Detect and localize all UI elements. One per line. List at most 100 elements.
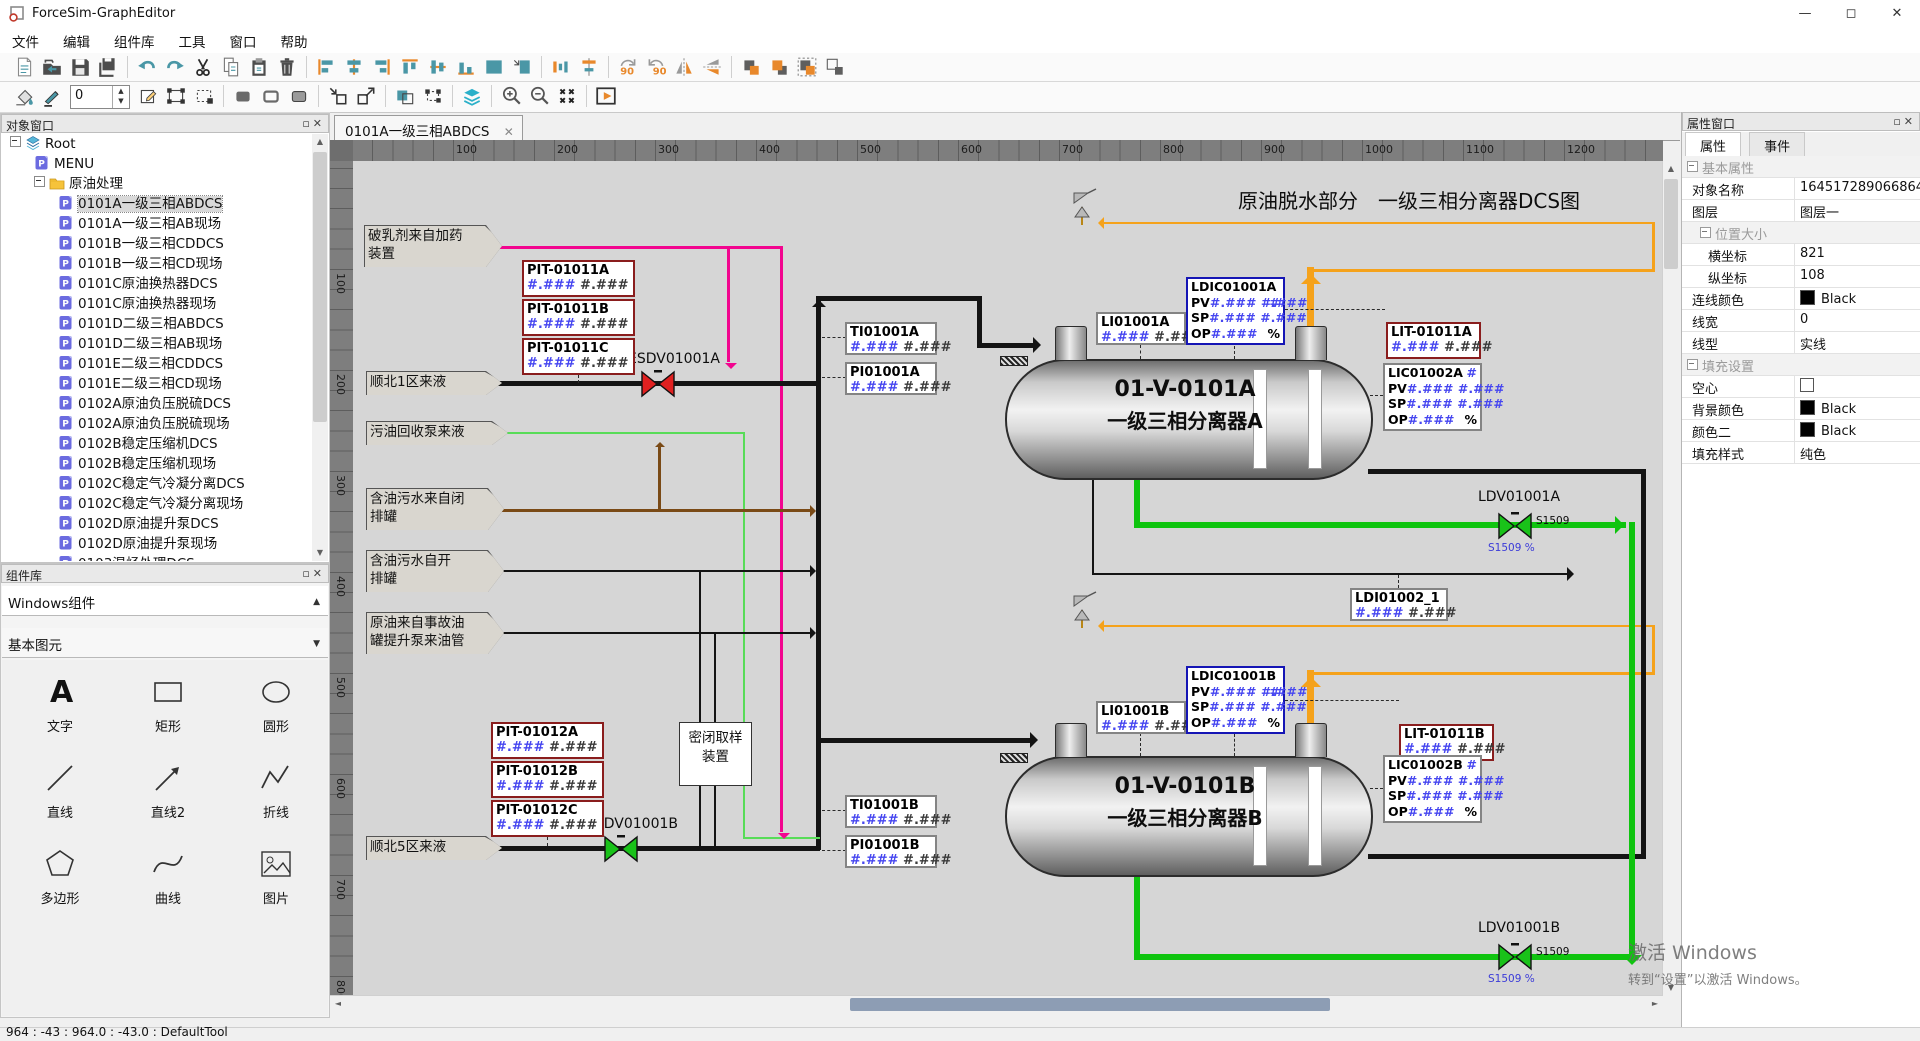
tree-item-label[interactable]: 0101A一级三相AB现场	[78, 216, 221, 232]
library-select[interactable]: Windows组件 ▲	[2, 586, 328, 616]
tree-item-3[interactable]: P0101A一级三相ABDCS	[2, 194, 312, 214]
layers-button[interactable]	[459, 84, 485, 108]
prop-row-1[interactable]: 对象名称1645172890668648	[1682, 178, 1920, 200]
tree-expander-icon[interactable]	[10, 136, 21, 147]
maximize-button[interactable]: ◻	[1828, 0, 1874, 28]
component-line[interactable]: 直线	[10, 760, 110, 832]
component-curve[interactable]: 曲线	[118, 846, 218, 918]
tree-item-label[interactable]: 0102C稳定气冷凝分离现场	[78, 496, 243, 512]
property-value[interactable]: 0	[1800, 312, 1916, 327]
prop-row-10[interactable]: 空心	[1682, 376, 1920, 398]
tree-item-7[interactable]: P0101C原油换热器DCS	[2, 274, 312, 294]
instrument-PIT-01011A[interactable]: PIT-01011A#.### #.###	[522, 260, 635, 297]
tree-item-17[interactable]: P0102C稳定气冷凝分离DCS	[2, 474, 312, 494]
prop-row-5[interactable]: 纵坐标108	[1682, 266, 1920, 288]
tree-item-9[interactable]: P0101D二级三相ABDCS	[2, 314, 312, 334]
align-bottom-button[interactable]	[453, 55, 479, 79]
paste-button[interactable]	[246, 55, 272, 79]
property-value[interactable]	[1800, 378, 1916, 394]
tree-item-label[interactable]: MENU	[54, 156, 94, 172]
property-value[interactable]: 1645172890668648	[1800, 180, 1916, 195]
scroll-thumb[interactable]	[850, 998, 1330, 1011]
align-top-button[interactable]	[397, 55, 423, 79]
copy-button[interactable]	[218, 55, 244, 79]
ldv-a-valve[interactable]	[1498, 512, 1532, 544]
zoom-fit-button[interactable]	[554, 84, 580, 108]
tree-item-label[interactable]: 0101E二级三相CD现场	[78, 376, 222, 392]
property-value[interactable]: Black	[1800, 422, 1916, 439]
tree-item-10[interactable]: P0101D二级三相AB现场	[2, 334, 312, 354]
float-panel-icon[interactable]: ▫	[302, 567, 312, 580]
close-panel-icon[interactable]: ✕	[313, 117, 325, 130]
component-circle[interactable]: 圆形	[226, 674, 326, 746]
save-button[interactable]	[67, 55, 93, 79]
prop-row-4[interactable]: 横坐标821	[1682, 244, 1920, 266]
tree-item-label[interactable]: 0102A原油负压脱硫现场	[78, 416, 230, 432]
instrument-PI01001A[interactable]: PI01001A#.### #.###	[845, 362, 937, 395]
instrument-PIT-01011B[interactable]: PIT-01011B#.### #.###	[522, 299, 635, 336]
tab-close-icon[interactable]: ✕	[504, 125, 514, 139]
open-file-button[interactable]	[39, 55, 65, 79]
component-image[interactable]: 图片	[226, 846, 326, 918]
distribute-horizontal-button[interactable]	[548, 55, 574, 79]
fill-style-2-button[interactable]	[258, 84, 284, 108]
float-panel-icon[interactable]: ▫	[1893, 115, 1903, 128]
instrument-LDI01002_1[interactable]: LDI01002_1#.### #.###	[1350, 588, 1448, 621]
instrument-LDIC01001B[interactable]: LDIC01001B#PV#.### #.###SP#.### #.###OP#…	[1186, 666, 1285, 734]
size-to-button[interactable]	[509, 55, 535, 79]
align-middle-button[interactable]	[341, 55, 367, 79]
tree-item-8[interactable]: P0101C原油换热器现场	[2, 294, 312, 314]
spinner-arrows-icon[interactable]: ▲▼	[112, 86, 129, 108]
tree-item-6[interactable]: P0101B一级三相CD现场	[2, 254, 312, 274]
tree-item-0[interactable]: Root	[2, 134, 312, 154]
prop-row-8[interactable]: 线型实线	[1682, 332, 1920, 354]
instrument-LI01001B[interactable]: LI01001B#.### #.###	[1096, 701, 1186, 734]
float-panel-icon[interactable]: ▫	[302, 117, 312, 130]
tree-item-5[interactable]: P0101B一级三相CDDCS	[2, 234, 312, 254]
drawing-area[interactable]: 破乳剂来自加药装置顺北1区来液污油回收泵来液含油污水来自闭排罐含油污水自开排罐原…	[353, 161, 1663, 996]
prop-row-13[interactable]: 填充样式纯色	[1682, 442, 1920, 464]
property-value[interactable]: 821	[1800, 246, 1916, 261]
tree-item-label[interactable]: 0102B稳定压缩机现场	[78, 456, 216, 472]
esdv-b-valve[interactable]	[604, 835, 638, 867]
tab-0101a[interactable]: 0101A一级三相ABDCS ✕	[334, 115, 523, 140]
tree-item-label[interactable]: 0101A一级三相ABDCS	[78, 196, 222, 212]
tree-item-21[interactable]: P0103混烃处理DCS	[2, 554, 312, 561]
tree-item-13[interactable]: P0102A原油负压脱硫DCS	[2, 394, 312, 414]
property-value[interactable]: Black	[1800, 290, 1916, 307]
edit-vertex-button[interactable]	[135, 84, 161, 108]
tree-item-18[interactable]: P0102C稳定气冷凝分离现场	[2, 494, 312, 514]
menu-1[interactable]: 编辑	[51, 28, 102, 54]
tree-item-label[interactable]: 0101B一级三相CD现场	[78, 256, 222, 272]
prop-section-0[interactable]: 基本属性	[1682, 156, 1920, 178]
line-width-spinner[interactable]: 0▲▼	[70, 85, 130, 109]
tree-item-label[interactable]: 0101B一级三相CDDCS	[78, 236, 224, 252]
select-rect-button[interactable]	[163, 84, 189, 108]
prop-row-6[interactable]: 连线颜色Black	[1682, 288, 1920, 310]
tree-item-label[interactable]: 0102A原油负压脱硫DCS	[78, 396, 231, 412]
same-size-button[interactable]	[481, 55, 507, 79]
align-right-button[interactable]	[369, 55, 395, 79]
undo-button[interactable]	[134, 55, 160, 79]
tree-item-14[interactable]: P0102A原油负压脱硫现场	[2, 414, 312, 434]
run-preview-button[interactable]	[593, 84, 619, 108]
tree-item-label[interactable]: 0102D原油提升泵现场	[78, 536, 217, 552]
canvas-vertical-scrollbar[interactable]: ▲ ▼	[1662, 161, 1680, 996]
rotate-ccw-90-button[interactable]: 90	[643, 55, 669, 79]
tree-item-20[interactable]: P0102D原油提升泵现场	[2, 534, 312, 554]
rotate-cw-90-button[interactable]: 90	[615, 55, 641, 79]
scroll-left-icon[interactable]: ◄	[330, 996, 346, 1012]
tree-item-label[interactable]: 0101D二级三相AB现场	[78, 336, 222, 352]
tree-item-4[interactable]: P0101A一级三相AB现场	[2, 214, 312, 234]
tree-expander-icon[interactable]	[34, 176, 45, 187]
tree-item-label[interactable]: Root	[45, 136, 76, 152]
component-line2[interactable]: 直线2	[118, 760, 218, 832]
prop-section-3[interactable]: 位置大小	[1682, 222, 1920, 244]
flip-horizontal-button[interactable]	[671, 55, 697, 79]
tree-item-11[interactable]: P0101E二级三相CDDCS	[2, 354, 312, 374]
pen-color-button[interactable]	[39, 84, 65, 108]
instrument-LIC01002A[interactable]: LIC01002A#PV#.### #.###SP#.### #.###OP#.…	[1383, 363, 1482, 431]
align-left-button[interactable]	[313, 55, 339, 79]
instrument-PI01001B[interactable]: PI01001B#.### #.###	[845, 835, 937, 868]
instrument-LI01001A[interactable]: LI01001A#.### #.###	[1096, 312, 1186, 345]
